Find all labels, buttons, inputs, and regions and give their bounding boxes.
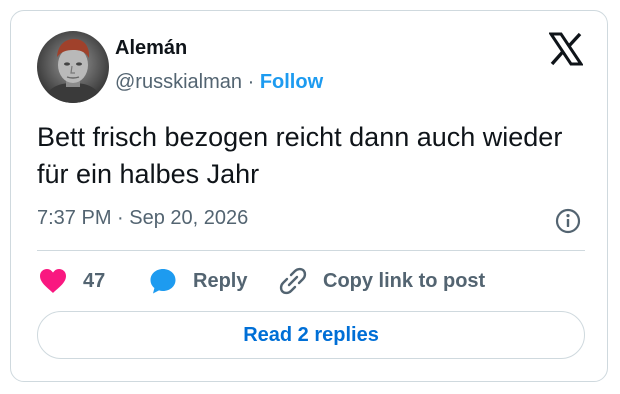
author-handle[interactable]: @russkialman [115,71,242,93]
heart-icon [40,269,66,293]
tweet-card: Alemán @russkialman · Follow Bett frisch… [10,10,608,382]
author-name[interactable]: Alemán [115,37,187,60]
x-logo-icon[interactable] [548,32,584,66]
link-icon [279,267,307,295]
divider [37,250,585,251]
reply-label: Reply [193,269,248,292]
copy-link-label: Copy link to post [323,269,486,292]
like-button[interactable]: 47 [39,265,105,297]
avatar-photo [37,31,109,103]
avatar[interactable] [37,31,109,103]
author-handle-row: @russkialman · Follow [115,71,323,94]
info-icon[interactable] [555,208,581,234]
read-replies-button[interactable]: Read 2 replies [37,311,585,359]
tweet-timestamp[interactable]: 7:37 PM · Sep 20, 2026 [37,207,248,230]
speech-bubble-icon [150,269,176,294]
follow-button[interactable]: Follow [260,71,323,93]
like-count: 47 [83,269,106,292]
reply-button[interactable]: Reply [149,265,247,297]
handle-separator: · [247,71,255,93]
tweet-text: Bett frisch bezogen reicht dann auch wie… [37,122,563,189]
action-bar: 47 Reply Copy link to post [37,265,585,297]
copy-link-button[interactable]: Copy link to post [279,265,485,297]
